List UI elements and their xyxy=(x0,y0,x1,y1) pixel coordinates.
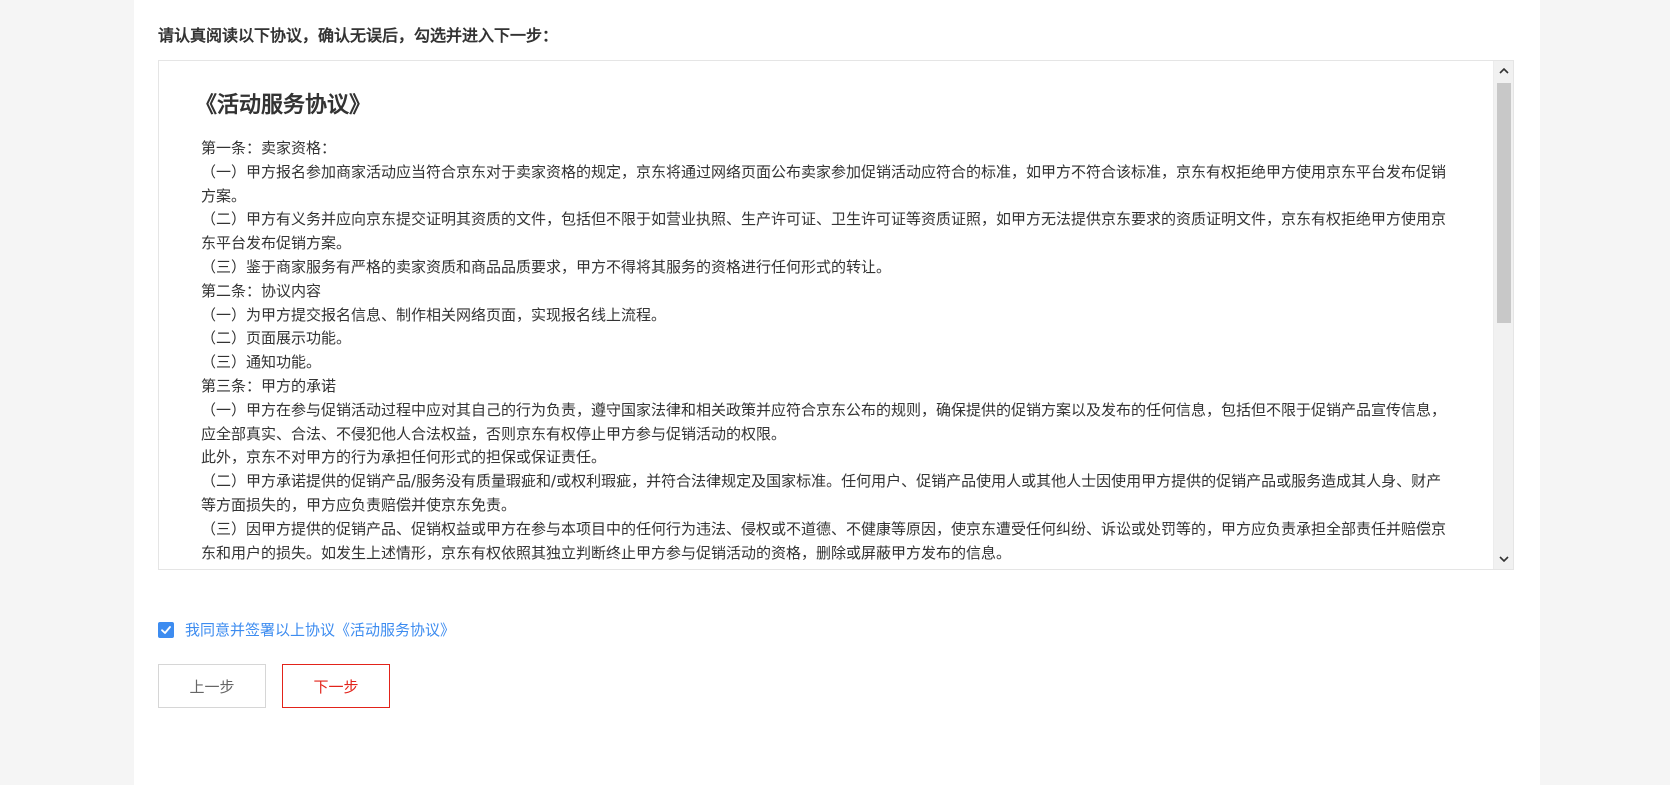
agreement-line: （二）页面展示功能。 xyxy=(201,329,352,348)
next-step-button[interactable]: 下一步 xyxy=(282,664,390,708)
chevron-down-icon[interactable] xyxy=(1494,549,1513,569)
agreement-line: 第一条：卖家资格： xyxy=(201,139,337,157)
scroll-thumb[interactable] xyxy=(1497,83,1511,323)
agreement-content: 《活动服务协议》 第一条：卖家资格： （一）甲方报名参加商家活动应当符合京东对于… xyxy=(195,91,1451,565)
chevron-up-icon[interactable] xyxy=(1494,61,1513,81)
scrollbar[interactable] xyxy=(1493,61,1513,569)
agree-label[interactable]: 我同意并签署以上协议《活动服务协议》 xyxy=(185,618,455,642)
agreement-title: 《活动服务协议》 xyxy=(195,93,372,118)
agree-checkbox-row[interactable]: 我同意并签署以上协议《活动服务协议》 xyxy=(158,618,455,642)
agree-checkbox[interactable] xyxy=(158,622,174,638)
agreement-line: 第三条：甲方的承诺 xyxy=(201,376,337,395)
agreement-line: （二）甲方有义务并应向京东提交证明其资质的文件，包括但不限于如营业执照、生产许可… xyxy=(201,210,1447,253)
agreement-line: （一）甲方报名参加商家活动应当符合京东对于卖家资格的规定，京东将通过网络页面公布… xyxy=(201,162,1447,205)
agreement-line: （一）甲方在参与促销活动过程中应对其自己的行为负责，遵守国家法律和相关政策并应符… xyxy=(201,400,1447,443)
agreement-line: （二）甲方承诺提供的促销产品/服务没有质量瑕疵和/或权利瑕疵，并符合法律规定及国… xyxy=(201,472,1442,514)
page-panel: 请认真阅读以下协议，确认无误后，勾选并进入下一步： 《活动服务协议》 第一条：卖… xyxy=(134,0,1540,785)
instruction-text: 请认真阅读以下协议，确认无误后，勾选并进入下一步： xyxy=(158,26,559,45)
agreement-line: （一）为甲方提交报名信息、制作相关网络页面，实现报名线上流程。 xyxy=(201,305,667,324)
agreement-scroll-box[interactable]: 《活动服务协议》 第一条：卖家资格： （一）甲方报名参加商家活动应当符合京东对于… xyxy=(158,60,1514,570)
agreement-line: 此外，京东不对甲方的行为承担任何形式的担保或保证责任。 xyxy=(201,448,607,467)
agreement-line: （三）因甲方提供的促销产品、促销权益或甲方在参与本项目中的任何行为违法、侵权或不… xyxy=(201,519,1447,562)
agreement-line: 第二条：协议内容 xyxy=(201,281,322,300)
agreement-line: （三）通知功能。 xyxy=(201,353,322,372)
check-icon xyxy=(161,626,171,634)
agreement-line: （三）鉴于商家服务有严格的卖家资质和商品品质要求，甲方不得将其服务的资格进行任何… xyxy=(201,257,892,276)
prev-step-button[interactable]: 上一步 xyxy=(158,664,266,708)
